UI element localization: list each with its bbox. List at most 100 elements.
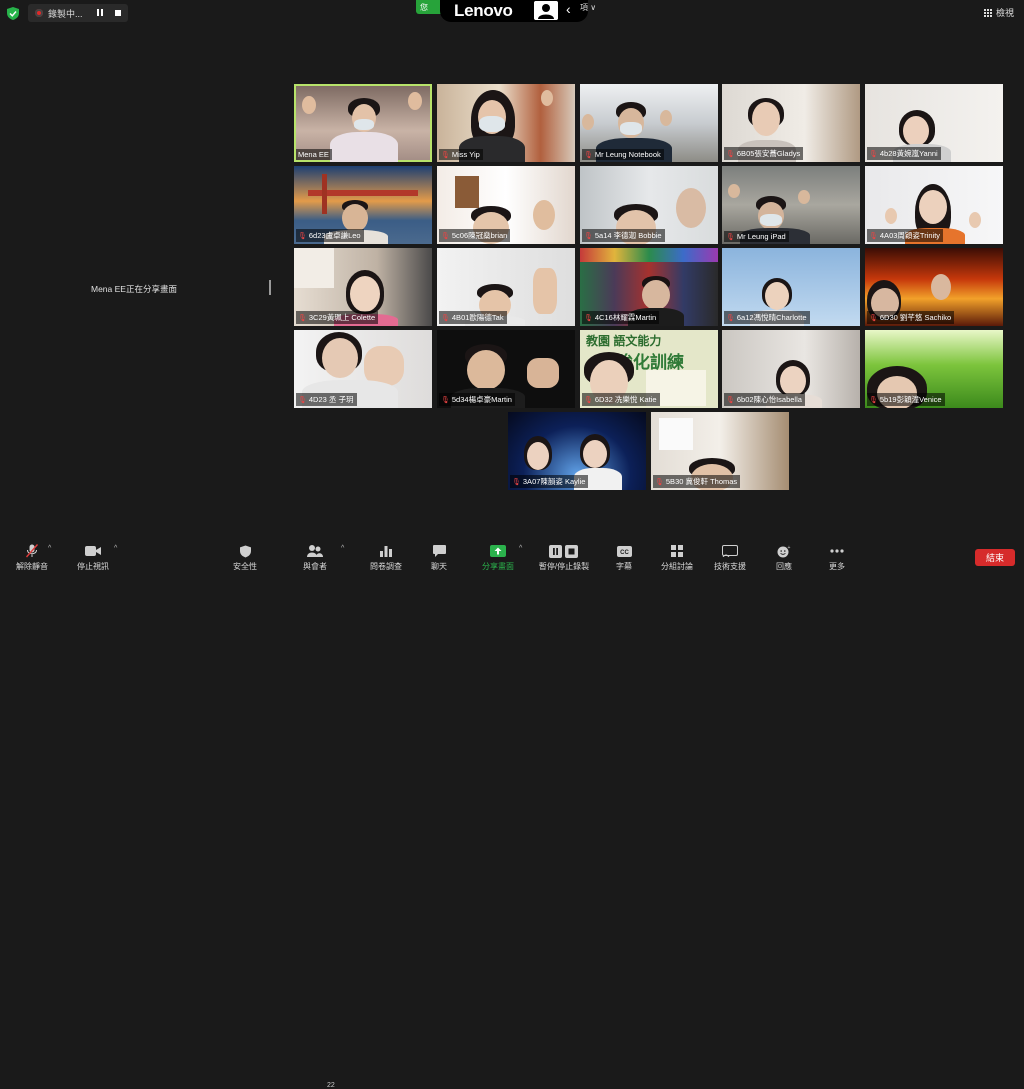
video-tile[interactable]: 🎙 Miss Yip (437, 84, 575, 162)
ellipsis-icon (825, 544, 849, 558)
video-tile[interactable]: 教園 語文能力 強化訓練 🎙 6D32 冼樂悅 Katie (580, 330, 718, 408)
chat-button[interactable]: 聊天 (426, 544, 452, 572)
grid-icon (983, 8, 992, 17)
video-tile[interactable]: 🎙 Mr Leung Notebook (580, 84, 718, 162)
reactions-button[interactable]: + 回應 (771, 544, 797, 572)
share-screen-icon (478, 544, 518, 558)
video-options-chevron-icon[interactable]: ^ (114, 545, 117, 552)
participant-name: 🎙 3A07陳韻姿 Kaylie (510, 475, 589, 488)
mic-muted-icon: 🎙 (655, 478, 664, 486)
chevron-left-icon[interactable]: ‹ (566, 1, 571, 17)
mic-muted-icon: 🎙 (298, 232, 307, 240)
video-tile[interactable]: 🎙 4C16林耀霖Martin (580, 248, 718, 326)
video-tile[interactable]: 🎙 4A03周穎姿Trinity (865, 166, 1003, 244)
screen-share-status: Mena EE正在分享畫面 (91, 284, 177, 294)
participant-name: 🎙 4A03周穎姿Trinity (867, 229, 944, 242)
gallery-view-label: 檢視 (995, 8, 1014, 18)
security-button[interactable]: 安全性 (228, 544, 262, 572)
breakout-rooms-button[interactable]: 分組討論 (657, 544, 697, 572)
participant-name: 🎙 4D23 丞 子玥 (296, 393, 357, 406)
mic-muted-icon: 🎙 (441, 314, 450, 322)
video-tile[interactable]: 🎙 4D23 丞 子玥 (294, 330, 432, 408)
mic-muted-icon: 🎙 (869, 150, 878, 158)
video-tile[interactable]: 🎙 4B01歐陽德Tak (437, 248, 575, 326)
captions-button[interactable]: CC 字幕 (611, 544, 637, 572)
tech-support-button[interactable]: 技術支援 (710, 544, 750, 572)
audio-options-chevron-icon[interactable]: ^ (48, 545, 51, 552)
security-shield-icon[interactable] (7, 7, 19, 20)
video-tile[interactable]: 🎙 6D30 劉芊悠 Sachiko (865, 248, 1003, 326)
participant-name: 🎙 5B30 冀俊軒 Thomas (653, 475, 741, 488)
recording-indicator: 錄製中... (28, 4, 128, 22)
record-dot-icon (35, 9, 43, 17)
participants-button[interactable]: 與會者 (300, 544, 330, 572)
more-button[interactable]: 更多 (825, 544, 849, 572)
video-tile[interactable]: 🎙 6d23盧卓謙Leo (294, 166, 432, 244)
pause-recording-icon[interactable] (97, 9, 104, 16)
share-screen-button[interactable]: 分享畫面 (478, 544, 518, 572)
participant-name: 🎙 Mr Leung Notebook (582, 149, 664, 160)
participant-name: 🎙 5c06陳冠燊brian (439, 229, 511, 242)
captions-cc-icon: CC (611, 544, 637, 558)
meeting-toolbar: 解除靜音 ^ 停止視訊 ^ 安全性 與會者 22 ^ 問卷調查 聊天 分享畫面 … (0, 536, 1024, 1089)
participant-name: 🎙 6B05張安蕎Gladys (724, 147, 804, 160)
video-tile[interactable]: 🎙 5b19彭穎潼Venice (865, 330, 1003, 408)
participant-name: 🎙 5d34楊卓豪Martin (439, 393, 515, 406)
person-icon[interactable] (534, 1, 558, 20)
video-tile[interactable]: Mena EE (294, 84, 432, 162)
participant-name: Mena EE (296, 149, 332, 160)
svg-text:+: + (788, 545, 791, 551)
panel-splitter-handle[interactable] (269, 280, 271, 295)
video-tile[interactable]: 🎙 5c06陳冠燊brian (437, 166, 575, 244)
gallery-view-button[interactable]: 檢視 (983, 6, 1014, 19)
mic-muted-icon: 🎙 (584, 314, 593, 322)
stop-recording-icon[interactable] (115, 10, 121, 16)
video-tile[interactable]: 🎙 6b02陳心怡Isabella (722, 330, 860, 408)
video-tile[interactable]: 🎙 6B05張安蕎Gladys (722, 84, 860, 162)
share-options-chevron-icon[interactable]: ^ (519, 545, 522, 552)
mic-muted-icon: 🎙 (512, 478, 521, 486)
participant-name: 🎙 Miss Yip (439, 149, 483, 160)
pause-stop-recording-button[interactable]: 暫停/停止錄製 (534, 544, 594, 572)
people-icon (300, 544, 330, 558)
participant-name: 🎙 6b02陳心怡Isabella (724, 393, 805, 406)
participant-name: 🎙 Mr Leung iPad (724, 231, 789, 242)
unmute-button[interactable]: 解除靜音 (14, 544, 50, 572)
participants-chevron-icon[interactable]: ^ (341, 545, 344, 552)
video-tile[interactable]: 🎙 5B30 冀俊軒 Thomas (651, 412, 789, 490)
pause-stop-icon (534, 544, 594, 558)
mic-muted-icon: 🎙 (584, 151, 593, 159)
end-meeting-button[interactable]: 結束 (975, 549, 1015, 566)
mic-muted-icon: 🎙 (441, 151, 450, 159)
participant-name: 🎙 5b19彭穎潼Venice (867, 393, 945, 406)
mic-muted-icon: 🎙 (441, 232, 450, 240)
mic-muted-icon: 🎙 (726, 233, 735, 241)
participant-name: 🎙 4B01歐陽德Tak (439, 311, 507, 324)
stop-video-button[interactable]: 停止視訊 (75, 544, 111, 572)
video-tile[interactable]: 🎙 6a12馮悅晴Charlotte (722, 248, 860, 326)
mic-muted-icon: 🎙 (726, 314, 735, 322)
video-tile[interactable]: 🎙 5a14 李德迦 Bobbie (580, 166, 718, 244)
participant-name: 🎙 5a14 李德迦 Bobbie (582, 229, 665, 242)
recording-label: 錄製中... (48, 8, 83, 19)
mic-muted-icon: 🎙 (584, 232, 593, 240)
participant-name: 🎙 6D30 劉芊悠 Sachiko (867, 311, 955, 324)
participant-name: 🎙 6D32 冼樂悅 Katie (582, 393, 660, 406)
video-tile[interactable]: 🎙 Mr Leung iPad (722, 166, 860, 244)
participant-name: 🎙 6d23盧卓謙Leo (296, 229, 364, 242)
video-tile[interactable]: 🎙 3A07陳韻姿 Kaylie (508, 412, 646, 490)
video-tile[interactable]: 🎙 3C29黃珮上 Colette (294, 248, 432, 326)
video-tile[interactable]: 🎙 5d34楊卓豪Martin (437, 330, 575, 408)
audio-pill-text: 您 (420, 2, 428, 12)
mic-muted-icon: 🎙 (869, 396, 878, 404)
mic-muted-icon: 🎙 (726, 150, 735, 158)
mic-muted-icon: 🎙 (441, 396, 450, 404)
mic-muted-icon: 🎙 (726, 396, 735, 404)
video-tile[interactable]: 🎙 4b28黃婉嵐Yanni (865, 84, 1003, 162)
smiley-plus-icon: + (771, 544, 797, 558)
polls-button[interactable]: 問卷調查 (366, 544, 406, 572)
view-options-menu[interactable]: 項 ∨ (580, 2, 596, 13)
participant-name: 🎙 4b28黃婉嵐Yanni (867, 147, 941, 160)
screen-cast-icon (710, 544, 750, 558)
poster-title: 教園 語文能力 (586, 334, 662, 348)
